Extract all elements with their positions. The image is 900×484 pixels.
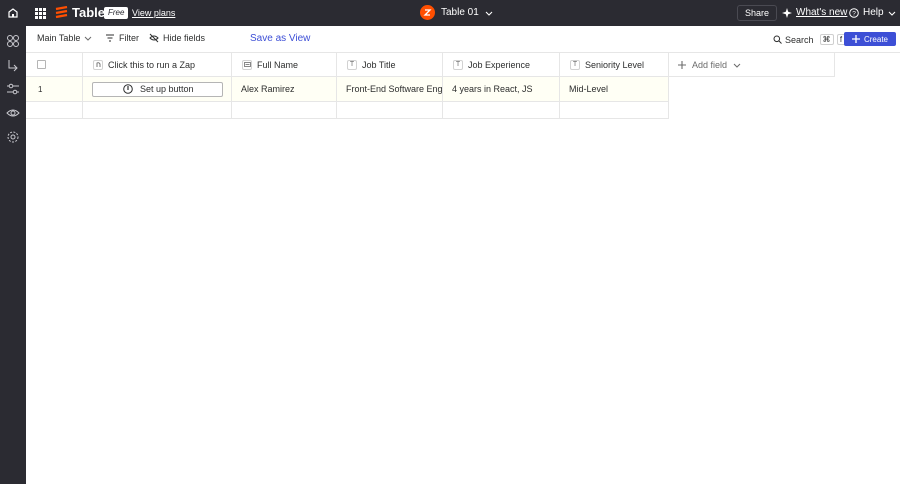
shortcut-modifier: ⌘	[819, 34, 834, 45]
cell-seniority-level[interactable]: Mid-Level	[560, 77, 669, 102]
empty-row-cell[interactable]	[443, 102, 560, 119]
cell-job-title[interactable]: Front-End Software Engineer	[337, 77, 443, 102]
zap-button-icon	[93, 59, 103, 70]
automation-icon[interactable]	[6, 58, 20, 72]
view-selector[interactable]: Main Table	[37, 33, 92, 43]
column-header-label: Job Title	[362, 59, 396, 70]
column-header-label: Seniority Level	[585, 59, 645, 70]
left-rail	[0, 26, 26, 484]
zap-run-button[interactable]: Set up button	[92, 81, 223, 97]
table-row[interactable]: 1	[26, 77, 83, 102]
select-all-header	[26, 53, 83, 77]
filter-button[interactable]: Filter	[105, 33, 139, 43]
share-button[interactable]: Share	[737, 5, 778, 21]
view-selector-label: Main Table	[37, 33, 81, 43]
column-header-seniority-level[interactable]: T Seniority Level	[560, 53, 669, 77]
eye-off-icon	[149, 33, 159, 43]
help-label: Help	[863, 7, 884, 18]
home-icon[interactable]	[4, 4, 22, 22]
chevron-down-icon	[485, 11, 493, 16]
column-header-label: Click this to run a Zap	[108, 59, 196, 70]
plus-icon	[851, 35, 860, 43]
hide-fields-button[interactable]: Hide fields	[149, 33, 205, 43]
search-label: Search	[785, 34, 814, 45]
chevron-down-icon	[85, 36, 92, 41]
header-filler	[668, 53, 835, 77]
table-avatar-icon	[420, 5, 435, 20]
svg-text:?: ?	[852, 10, 856, 17]
save-as-view-button[interactable]: Save as View	[250, 33, 310, 44]
cell-zap-button[interactable]: Set up button	[83, 77, 232, 102]
zap-run-button-label: Set up button	[140, 84, 194, 94]
sparkle-icon	[782, 7, 792, 18]
empty-row-cell[interactable]	[26, 102, 83, 119]
whats-new-label: What's new	[796, 7, 848, 18]
search-button[interactable]: Search ⌘ f	[773, 34, 846, 45]
help-menu[interactable]: ? Help	[849, 7, 896, 18]
app-switcher-icon[interactable]	[31, 4, 49, 22]
table-name: Table 01	[441, 7, 479, 18]
empty-row-cell[interactable]	[337, 102, 443, 119]
cell-full-name[interactable]: Alex Ramirez	[232, 77, 337, 102]
top-bar: Tables Free View plans Table 01 Share Wh…	[0, 0, 900, 26]
filter-icon	[106, 34, 114, 42]
chevron-down-icon	[888, 11, 895, 16]
column-header-label: Full Name	[257, 59, 299, 70]
text-icon: T	[570, 59, 580, 70]
whats-new-link[interactable]: What's new	[782, 7, 847, 18]
text-icon: T	[453, 59, 463, 70]
column-header-job-experience[interactable]: T Job Experience	[443, 53, 560, 77]
empty-row-cell[interactable]	[83, 102, 232, 119]
text-icon: T	[347, 59, 357, 70]
column-header-label: Job Experience	[468, 59, 531, 70]
create-label: Create	[863, 34, 888, 44]
search-icon	[773, 35, 782, 44]
column-header-zap-button[interactable]: Click this to run a Zap	[83, 53, 232, 77]
column-header-full-name[interactable]: Full Name	[232, 53, 337, 77]
view-toolbar: Main Table Filter Hide fields Save as Vi…	[26, 26, 900, 53]
column-header-job-title[interactable]: T Job Title	[337, 53, 443, 77]
tables-view-icon[interactable]	[6, 34, 20, 48]
settings-icon[interactable]	[6, 130, 20, 144]
help-icon: ?	[849, 7, 859, 18]
visibility-icon[interactable]	[6, 106, 20, 120]
cell-job-experience[interactable]: 4 years in React, JS	[443, 77, 560, 102]
select-all-checkbox[interactable]	[37, 60, 46, 69]
empty-row-cell[interactable]	[232, 102, 337, 119]
row-number: 1	[38, 84, 43, 94]
filter-label: Filter	[119, 33, 139, 43]
plan-badge: Free	[104, 7, 129, 19]
empty-row-cell[interactable]	[560, 102, 669, 119]
tables-logo-icon	[55, 5, 68, 18]
hide-fields-label: Hide fields	[163, 33, 206, 43]
name-icon	[242, 59, 252, 70]
view-plans-link[interactable]: View plans	[132, 8, 175, 18]
zap-button-icon	[123, 84, 133, 94]
table-name-selector[interactable]: Table 01	[420, 5, 493, 20]
create-button[interactable]: Create	[844, 32, 896, 46]
sliders-icon[interactable]	[6, 82, 20, 96]
